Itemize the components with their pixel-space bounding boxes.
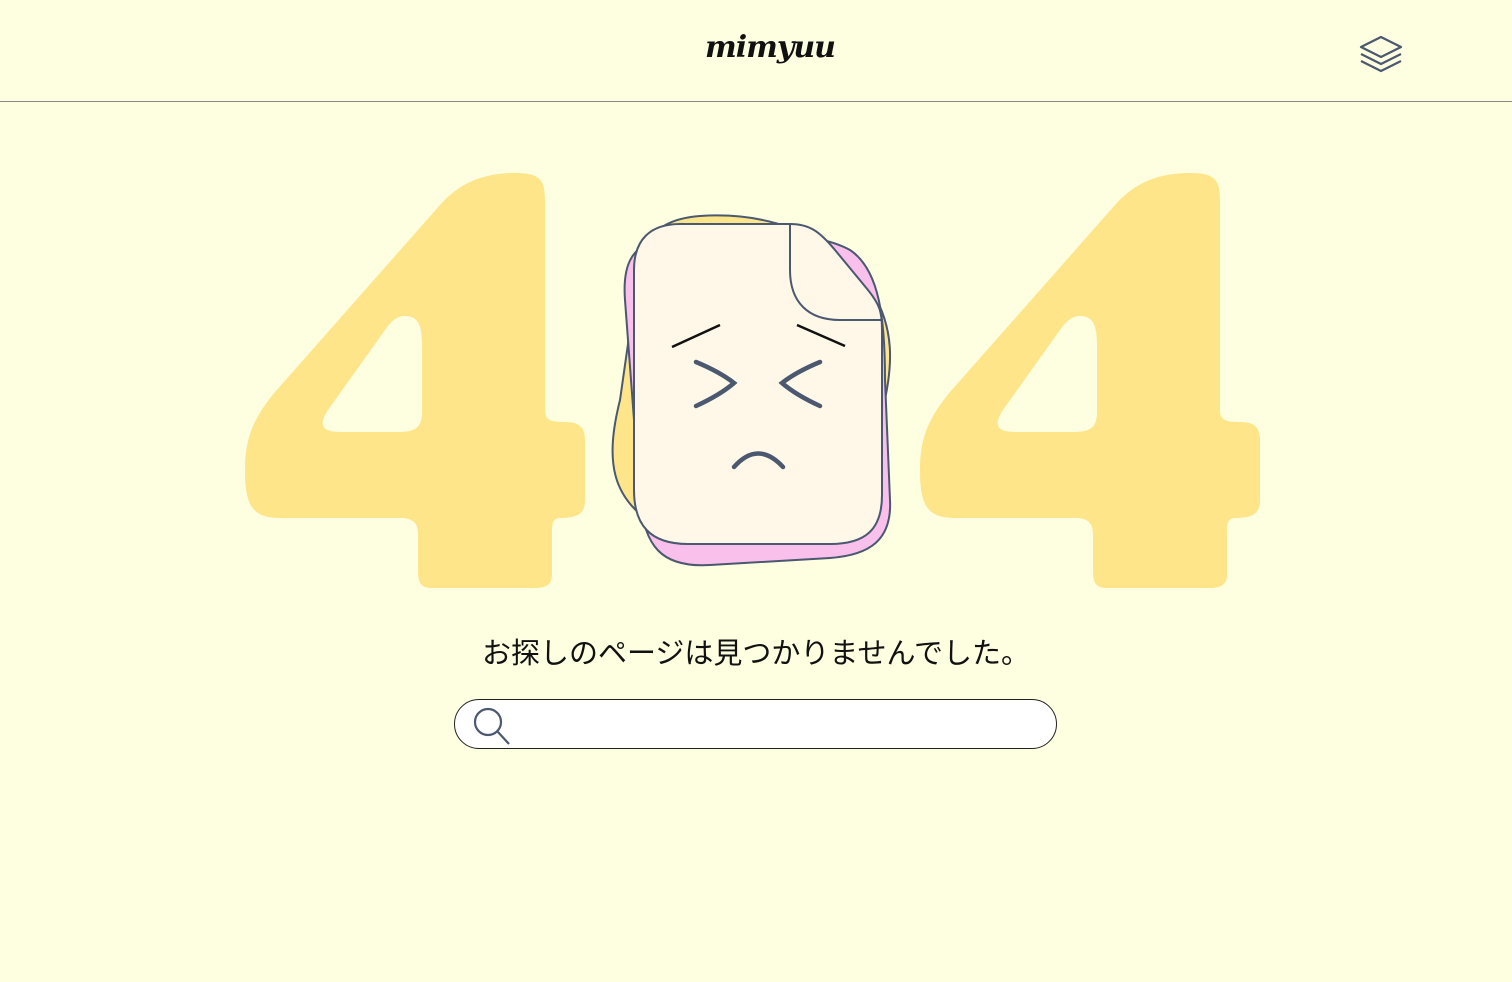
- search-icon[interactable]: [471, 706, 511, 746]
- search-bar[interactable]: [454, 699, 1057, 749]
- error-404-illustration: [245, 173, 1260, 588]
- digit-four-right: [920, 173, 1260, 588]
- search-input[interactable]: [517, 706, 1041, 744]
- digit-four-left: [245, 173, 585, 588]
- error-message: お探しのページは見つかりませんでした。: [481, 636, 1031, 670]
- sad-document-icon: [611, 214, 892, 567]
